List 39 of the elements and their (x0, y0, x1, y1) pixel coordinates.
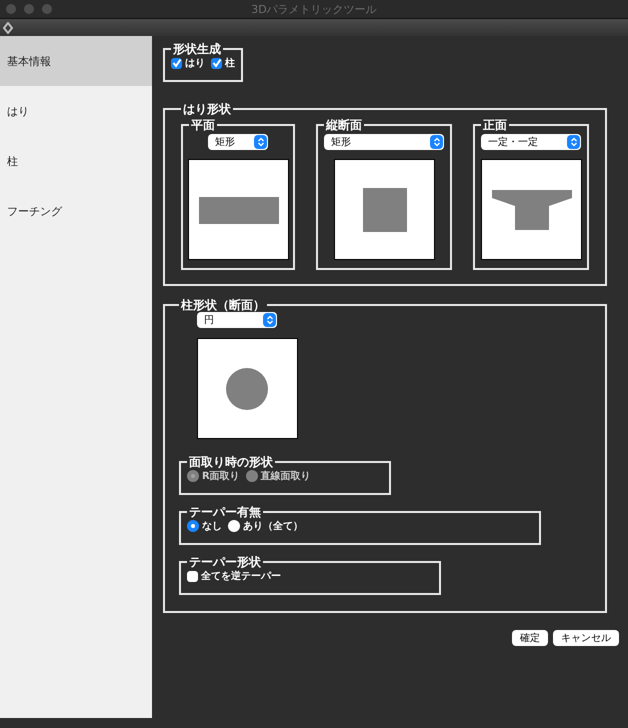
shape-select[interactable]: 一定・一定 (481, 134, 581, 150)
circle-shape (226, 368, 268, 410)
checkbox[interactable] (187, 570, 198, 582)
stepper-icon (254, 135, 267, 149)
checkbox[interactable] (211, 58, 222, 68)
radio-label: あり（全て） (243, 520, 303, 533)
group-legend: テーパー形状 (187, 555, 263, 569)
group-legend: 柱形状（断面） (179, 298, 267, 312)
group-legend: 形状生成 (171, 42, 223, 56)
shape-select[interactable]: 矩形 (324, 134, 444, 150)
shape-select[interactable]: 矩形 (208, 134, 268, 150)
radio-label: R面取り (202, 470, 240, 483)
stepper-icon (263, 313, 276, 327)
checkbox-label: はり (185, 57, 205, 70)
sidebar-item[interactable]: フーチング (0, 186, 152, 236)
radio-button[interactable] (187, 520, 199, 532)
group-legend: 平面 (189, 118, 217, 132)
group-legend: はり形状 (181, 102, 233, 116)
radio-label: なし (202, 520, 222, 533)
group-legend: 正面 (481, 118, 509, 132)
checkbox-label: 柱 (225, 56, 235, 70)
window-title: 3Dパラメトリックツール (251, 2, 377, 16)
stepper-icon (430, 135, 443, 149)
group-legend: テーパー有無 (187, 505, 263, 519)
dialog-button[interactable]: キャンセル (553, 630, 619, 646)
group-legend: 面取り時の形状 (187, 455, 275, 469)
group-legend: 縦断面 (324, 118, 364, 132)
checkbox[interactable] (171, 58, 182, 68)
radio-label: 直線面取り (260, 470, 311, 483)
stepper-icon (567, 135, 580, 149)
square-shape (362, 188, 406, 232)
sidebar-item[interactable]: はり (0, 86, 152, 136)
sidebar-item[interactable]: 基本情報 (0, 36, 152, 86)
sidebar-item[interactable]: 柱 (0, 136, 152, 186)
checkbox-label: 全てを逆テーパー (201, 570, 281, 583)
shape-select[interactable]: 円 (197, 312, 277, 328)
diamond-icon[interactable] (3, 22, 13, 34)
dialog-button[interactable]: 確定 (512, 630, 548, 646)
radio-button[interactable] (228, 520, 240, 532)
